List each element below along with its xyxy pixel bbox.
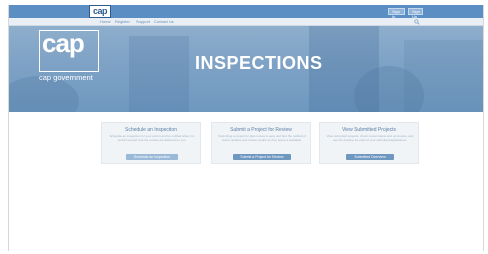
sign-up-button[interactable]: Sign Up	[408, 8, 423, 19]
hero-logo: cap	[42, 28, 85, 58]
search-icon[interactable]	[414, 19, 420, 25]
card-description: Submitting a project for plan review is …	[218, 134, 306, 142]
top-bar: cap Sign In Sign Up	[9, 5, 483, 19]
nav-item-support[interactable]: Support	[136, 19, 150, 25]
card-description: View submitted projects, check review st…	[326, 134, 414, 142]
hero-subtitle: cap government	[39, 73, 93, 82]
nav-item-contact[interactable]: Contact Us	[154, 19, 174, 25]
page-title: INSPECTIONS	[195, 53, 323, 73]
nav-bar: Home Register Support Contact Us	[9, 18, 483, 26]
card-title: Submit a Project for Review	[230, 127, 292, 133]
card-title: Schedule an Inspection	[125, 127, 177, 133]
nav-item-home[interactable]: Home	[100, 19, 111, 25]
submit-project-button[interactable]: Submit a Project for Review	[233, 154, 291, 160]
card-schedule-inspection: Schedule an Inspection Schedule an inspe…	[101, 122, 201, 164]
hero-building-left	[129, 36, 189, 112]
sign-in-button[interactable]: Sign In	[388, 8, 405, 19]
card-submit-project: Submit a Project for Review Submitting a…	[211, 122, 311, 164]
hero-banner: cap cap government INSPECTIONS	[9, 26, 483, 112]
card-view-projects: View Submitted Projects View submitted p…	[319, 122, 419, 164]
nav-item-register[interactable]: Register	[115, 19, 130, 25]
browser-frame: cap Sign In Sign Up Home Register Suppor…	[8, 5, 484, 251]
top-logo[interactable]: cap	[89, 5, 111, 18]
schedule-inspection-button[interactable]: Schedule an Inspection	[126, 154, 178, 160]
submitted-overview-button[interactable]: Submitted Overview	[346, 154, 394, 160]
card-description: Schedule an inspection for your permit a…	[109, 134, 195, 142]
card-title: View Submitted Projects	[341, 127, 397, 133]
